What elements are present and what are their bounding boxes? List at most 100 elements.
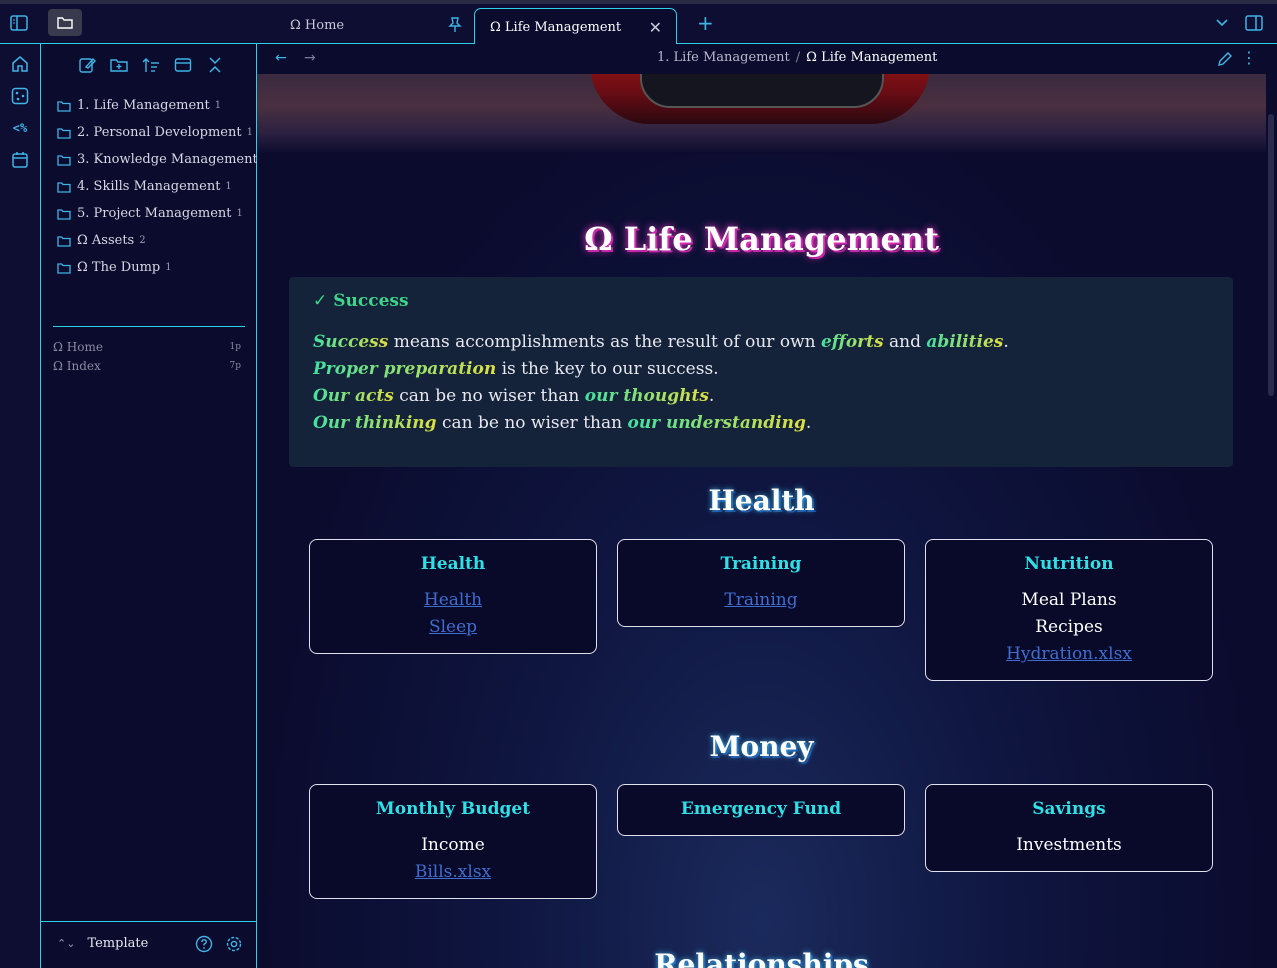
navigate-back-icon[interactable]: ← [275,50,287,66]
callout-text: can be no wiser than [393,386,585,406]
toggle-left-sidebar-icon[interactable] [8,12,30,34]
breadcrumb-separator: / [795,50,801,65]
folder-icon [57,235,71,247]
more-options-icon[interactable]: ⋮ [1241,48,1257,67]
calendar-icon[interactable] [9,149,31,171]
highlight-text: Our acts [313,386,394,406]
folder-label: 1. Life Management [77,98,210,113]
scrollbar-thumb[interactable] [1268,114,1274,396]
callout-text: can be no wiser than [436,413,628,433]
files-tab-button[interactable] [48,9,82,36]
category-card: Health Health Sleep [309,539,597,654]
highlight-text: Proper preparation [313,359,497,379]
edit-mode-pencil-icon[interactable] [1217,51,1233,71]
toggle-right-sidebar-icon[interactable] [1243,12,1265,34]
folder-item[interactable]: 2. Personal Development 1 [57,119,269,146]
category-card: Monthly Budget Income Bills.xlsx [309,784,597,899]
highlight-text: abilities [926,332,1004,352]
settings-gear-icon[interactable] [225,935,243,957]
breadcrumb-current[interactable]: Ω Life Management [806,50,937,65]
collapse-all-icon[interactable] [204,54,226,76]
card-link[interactable]: Hydration.xlsx [926,641,1212,668]
card-title: Health [420,554,486,574]
highlight-text: Our thinking [313,413,437,433]
navigate-forward-icon[interactable]: → [304,50,316,66]
card-link[interactable]: Training [618,587,904,614]
pin-icon[interactable] [448,17,462,33]
highlight-text: Success [313,332,389,352]
sort-icon[interactable] [140,54,162,76]
folder-item[interactable]: Ω The Dump 1 [57,254,269,281]
callout-text: . [1003,332,1009,352]
close-tab-icon[interactable]: ✕ [649,18,662,37]
vault-name: Template [87,936,149,951]
callout-title[interactable]: ✓ Success [313,291,409,311]
tab-life-management[interactable]: Ω Life Management ✕ [474,8,677,45]
help-icon[interactable] [195,935,213,957]
recent-files-list: Ω Home 1p Ω Index 7p [53,337,241,375]
card-link[interactable]: Health [310,587,596,614]
callout-line: Proper preparation is the key to our suc… [313,356,1009,383]
home-icon[interactable] [9,53,31,75]
card-title: Training [720,554,802,574]
section-heading-money: Money [709,730,814,763]
callout-text: and [883,332,927,352]
card-body: Health Sleep [310,587,596,641]
tab-home-label: Ω Home [290,18,345,33]
folder-label: Ω The Dump [77,260,161,275]
callout-line: Our acts can be no wiser than our though… [313,383,1009,410]
tab-home[interactable]: Ω Home [280,8,470,43]
recent-file-item[interactable]: Ω Home 1p [53,337,241,356]
tab-list-chevron-icon[interactable] [1211,12,1233,34]
card-text: Investments [1016,835,1122,855]
note-content: Ω Life Management ✓ Success Success mean… [257,74,1266,968]
section-heading-health: Health [708,484,815,517]
card-body: Income Bills.xlsx [310,832,596,886]
card-title: Monthly Budget [375,799,531,819]
card-body: Investments [926,832,1212,859]
file-explorer-toolbar [76,54,226,76]
scrollbar[interactable] [1266,74,1277,968]
category-card: Emergency Fund [617,784,905,836]
folder-label: 2. Personal Development [77,125,242,140]
folder-icon [57,100,71,112]
card-title: Nutrition [1024,554,1114,574]
card-link[interactable]: Bills.xlsx [310,859,596,886]
graph-icon[interactable] [9,85,31,107]
folder-icon [57,16,73,29]
section-heading-relationships: Relationships [654,948,869,968]
sidebar-footer: ⌃⌄ Template [41,921,256,968]
vault-switch-chevron-icon: ⌃⌄ [57,937,76,950]
page-title: Ω Life Management [584,220,939,258]
card-title: Savings [1032,799,1106,819]
card-body: Meal Plans Recipes Hydration.xlsx [926,587,1212,668]
highlight-text: our thoughts [584,386,709,406]
new-tab-icon[interactable]: + [697,13,714,33]
folder-item[interactable]: 1. Life Management 1 [57,92,269,119]
folder-item[interactable]: 3. Knowledge Management1 [57,146,269,173]
folder-count: 1 [225,181,232,192]
auto-reveal-icon[interactable] [172,54,194,76]
card-link[interactable]: Sleep [310,614,596,641]
sidebar-divider [53,326,245,327]
recent-file-count: 7p [229,360,242,371]
tab-bar: Ω Home Ω Life Management ✕ + [0,4,1277,45]
card-text: Income [421,835,485,855]
folder-icon [57,208,71,220]
view-header: ← → 1. Life Management / Ω Life Management… [257,44,1277,74]
folder-count: 1 [246,127,253,138]
recent-file-count: 1p [229,341,242,352]
folder-item[interactable]: 4. Skills Management 1 [57,173,269,200]
templater-icon[interactable]: <% [9,117,31,139]
recent-file-item[interactable]: Ω Index 7p [53,356,241,375]
folder-label: 4. Skills Management [77,179,221,194]
callout-text: is the key to our success. [496,359,719,379]
card-text: Meal Plans [1021,590,1117,610]
folder-item[interactable]: 5. Project Management 1 [57,200,269,227]
folder-icon [57,262,71,274]
folder-item[interactable]: Ω Assets 2 [57,227,269,254]
breadcrumb-parent[interactable]: 1. Life Management [657,50,790,65]
vault-switcher[interactable]: ⌃⌄ Template [57,936,148,951]
new-note-icon[interactable] [76,54,98,76]
new-folder-icon[interactable] [108,54,130,76]
